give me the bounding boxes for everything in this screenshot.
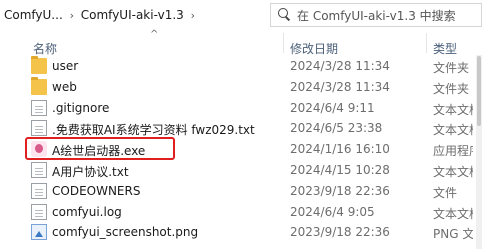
file-modified: 2024/3/28 11:34 [290, 59, 390, 73]
file-row[interactable]: user 2024/3/28 11:34 文件夹 [0, 56, 482, 77]
scrollbar-thumb[interactable] [477, 56, 481, 126]
file-row[interactable]: .免费获取AI系统学习资料 fwz029.txt 2024/6/5 23:38 … [0, 118, 482, 139]
file-list: user 2024/3/28 11:34 文件夹 web 2024/3/28 1… [0, 56, 482, 243]
file-type: 文本文档 [433, 164, 473, 179]
breadcrumb: ComfyU... › ComfyUI-aki-v1.3 › [0, 0, 202, 30]
app-icon [31, 141, 47, 158]
file-type: 文本文档 [433, 102, 473, 117]
file-type: 文件 [433, 185, 458, 200]
search-box[interactable]: 在 ComfyUI-aki-v1.3 中搜索 [270, 3, 482, 27]
column-divider[interactable] [283, 33, 284, 53]
file-row-highlighted[interactable]: A绘世启动器.exe 2024/1/16 16:10 应用程序 [0, 139, 482, 160]
search-placeholder: 在 ComfyUI-aki-v1.3 中搜索 [297, 8, 456, 23]
column-header-row [0, 30, 482, 55]
chevron-right-icon[interactable]: › [184, 9, 202, 22]
address-bar: ComfyU... › ComfyUI-aki-v1.3 › 在 ComfyUI… [0, 0, 482, 30]
file-name: A绘世启动器.exe [52, 144, 146, 159]
file-row[interactable]: comfyui.log 2024/6/4 9:05 文本文档 [0, 202, 482, 223]
file-name: CODEOWNERS [52, 183, 141, 198]
file-modified: 2024/6/4 9:11 [290, 100, 375, 115]
file-modified: 2024/4/15 10:28 [290, 162, 390, 177]
file-type: 文本文档 [433, 123, 473, 138]
text-file-icon [31, 120, 47, 137]
file-modified: 2024/6/4 9:05 [290, 204, 375, 219]
file-row[interactable]: comfyui_screenshot.png 2023/9/18 22:36 P… [0, 222, 482, 243]
chevron-right-icon[interactable]: › [63, 9, 81, 22]
breadcrumb-item-current[interactable]: ComfyUI-aki-v1.3 [81, 8, 184, 22]
text-file-icon [31, 182, 47, 199]
file-type: 文件夹 [433, 61, 470, 75]
file-row[interactable]: .gitignore 2024/6/4 9:11 文本文档 [0, 98, 482, 119]
column-header-modified[interactable]: 修改日期 [290, 40, 338, 57]
folder-icon [31, 56, 47, 74]
text-file-icon [31, 99, 47, 116]
column-header-name[interactable]: 名称 [33, 40, 57, 57]
search-icon [277, 7, 293, 23]
file-name: user [52, 59, 79, 73]
file-type: 文件夹 [433, 81, 470, 96]
breadcrumb-item-parent[interactable]: ComfyU... [4, 8, 63, 22]
sort-up-icon: ^ [150, 29, 159, 40]
file-name: comfyui_screenshot.png [52, 225, 199, 240]
column-divider[interactable] [426, 33, 427, 53]
column-header-type[interactable]: 类型 [433, 40, 457, 57]
text-file-icon [31, 203, 47, 220]
file-row[interactable]: CODEOWNERS 2023/9/18 22:36 文件 [0, 181, 482, 202]
file-modified: 2024/6/5 23:38 [290, 121, 383, 136]
file-row[interactable]: A用户协议.txt 2024/4/15 10:28 文本文档 [0, 160, 482, 181]
file-name: A用户协议.txt [52, 164, 129, 179]
file-type: PNG 文件 [433, 227, 473, 242]
file-type: 文本文档 [433, 206, 473, 221]
file-name: .gitignore [52, 100, 110, 115]
file-name: web [52, 79, 77, 94]
image-file-icon [31, 224, 47, 241]
file-name: comfyui.log [52, 204, 122, 219]
file-modified: 2024/3/28 11:34 [290, 79, 390, 94]
file-row[interactable]: web 2024/3/28 11:34 文件夹 [0, 76, 482, 98]
file-type: 应用程序 [433, 144, 473, 159]
file-modified: 2024/1/16 16:10 [290, 142, 390, 157]
file-modified: 2023/9/18 22:36 [290, 183, 390, 198]
file-modified: 2023/9/18 22:36 [290, 225, 390, 240]
text-file-icon [31, 161, 47, 178]
folder-icon [31, 76, 47, 95]
file-name: .免费获取AI系统学习资料 fwz029.txt [52, 123, 255, 138]
